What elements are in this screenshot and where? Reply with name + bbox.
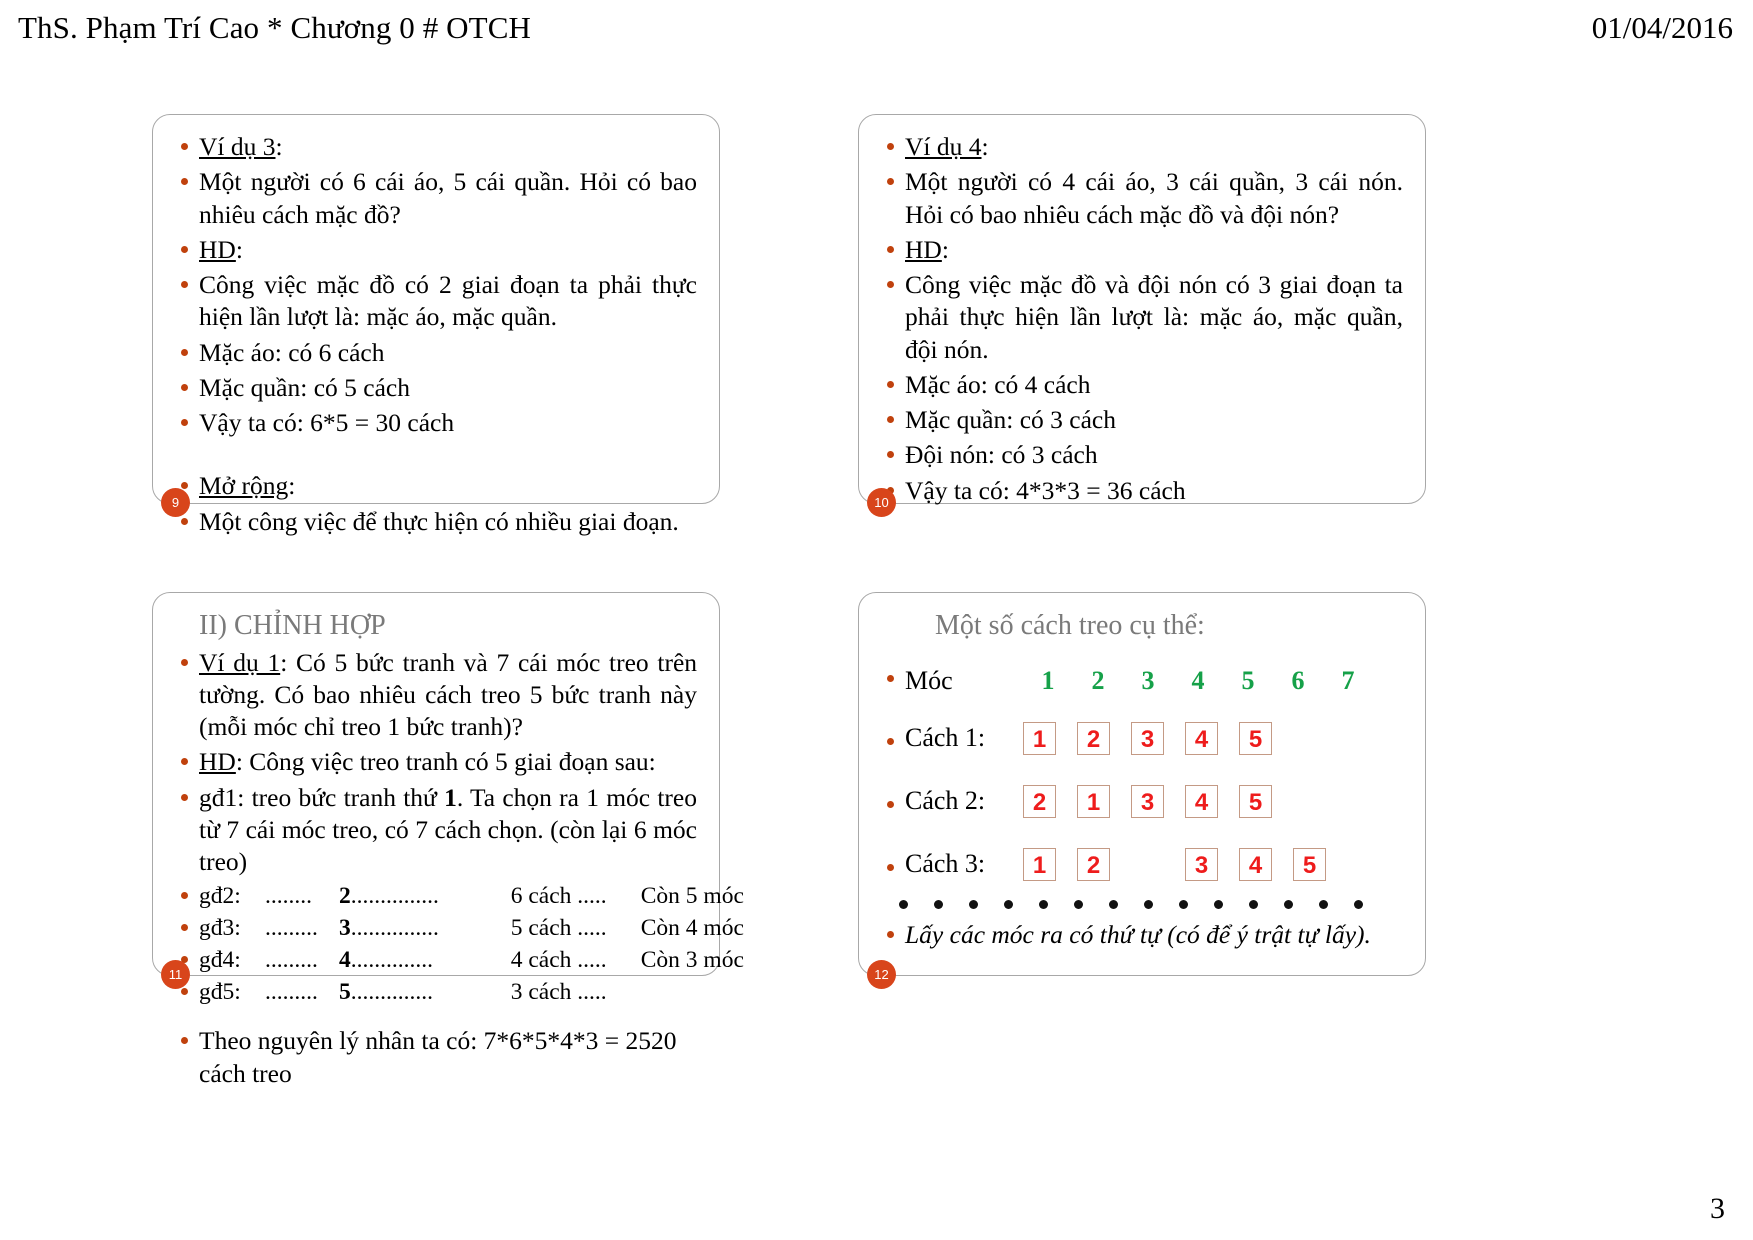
dot — [1004, 900, 1013, 910]
picture-cell: 4 — [1185, 785, 1218, 819]
picture-cell: 1 — [1023, 722, 1056, 756]
dot — [1144, 900, 1153, 910]
slide-12-body: Một số cách treo cụ thể: Móc 1 2 3 4 5 6 7 Cách… — [859, 593, 1425, 964]
slide-10-solution-intro: Công việc mặc đồ và đội nón có 3 giai đo… — [879, 269, 1403, 366]
slide-12-spacer-a — [879, 706, 1403, 722]
slide-10: Ví dụ 4: Một người có 4 cái áo, 3 cái qu… — [858, 114, 1426, 517]
picture-cell: 1 — [1077, 785, 1110, 819]
slide-12-spacer-c — [879, 832, 1403, 848]
slide-10-step-shirt: Mặc áo: có 4 cách — [879, 369, 1403, 401]
slide-9-problem: Một người có 6 cái áo, 5 cái quần. Hỏi c… — [173, 166, 697, 231]
dot — [1319, 900, 1328, 910]
slide-11-gd-row: gđ2:........ 2............... 6 cách .....… — [173, 881, 744, 912]
hook-number: 3 — [1141, 666, 1155, 696]
hook-number: 7 — [1341, 666, 1355, 696]
header-date: 01/04/2016 — [1591, 10, 1733, 45]
page-number: 3 — [1710, 1192, 1725, 1225]
dot — [1179, 900, 1188, 910]
slide-12: Một số cách treo cụ thể: Móc 1 2 3 4 5 6 7 Cách… — [858, 592, 1426, 989]
slide-9-body: Ví dụ 3: Một người có 6 cái áo, 5 cái qu… — [153, 115, 719, 551]
picture-cell: 5 — [1239, 785, 1272, 819]
picture-cell: 3 — [1131, 722, 1164, 756]
slide-11-gd-row: gđ5:......... 5.............. 3 cách ..... — [173, 977, 697, 1008]
slide-9-spacer — [173, 442, 697, 470]
hook-number: 5 — [1241, 666, 1255, 696]
picture-cell: 5 — [1293, 848, 1326, 882]
picture-cell: 4 — [1185, 722, 1218, 756]
picture-cell-empty — [1131, 848, 1164, 881]
dot — [899, 900, 908, 910]
picture-cell: 1 — [1023, 848, 1056, 882]
slide-9-heading-hd: HD: — [173, 234, 697, 266]
dot — [1109, 900, 1118, 910]
slide-11-conclusion: Theo nguyên lý nhân ta có: 7*6*5*4*3 = 2… — [173, 1025, 697, 1090]
slide-12-way-row-3: Cách 3: 1 2 3 4 5 — [879, 848, 1403, 882]
slide-9-solution-intro: Công việc mặc đồ có 2 giai đoạn ta phải … — [173, 269, 697, 334]
picture-cell: 4 — [1239, 848, 1272, 882]
slide-9-extension-text: Một công việc để thực hiện có nhiều giai… — [173, 506, 697, 538]
picture-cell: 3 — [1185, 848, 1218, 882]
slide-11-hd: HD: Công việc treo tranh có 5 giai đoạn … — [173, 746, 697, 778]
slide-11-gd-row: gđ4:......... 4.............. 4 cách .....… — [173, 945, 744, 976]
slide-12-way-row-1: Cách 1: 1 2 3 4 5 — [879, 722, 1403, 756]
slide-11-gd-row: gđ3:......... 3............... 5 cách ....… — [173, 913, 744, 944]
slide-10-heading-vidu4: Ví dụ 4: — [879, 131, 1403, 163]
slide-12-number-badge: 12 — [867, 960, 896, 989]
slide-9-step-pants: Mặc quần: có 5 cách — [173, 372, 697, 404]
picture-cell: 2 — [1077, 848, 1110, 882]
slide-9-heading-vidu3: Ví dụ 3: — [173, 131, 697, 163]
slide-10-heading-hd: HD: — [879, 234, 1403, 266]
dot — [1284, 900, 1293, 910]
slide-11-title: II) CHỈNH HỢP — [199, 610, 386, 641]
picture-cell: 2 — [1077, 722, 1110, 756]
hook-number: 4 — [1191, 666, 1205, 696]
slide-11-gd1: gđ1: treo bức tranh thứ 1. Ta chọn ra 1 … — [173, 782, 697, 879]
slide-10-step-hat: Đội nón: có 3 cách — [879, 439, 1403, 471]
dot — [1039, 900, 1048, 910]
slide-12-ellipsis-dots — [879, 895, 1403, 913]
slide-11-body: II) CHỈNH HỢP Ví dụ 1: Có 5 bức tranh và… — [153, 593, 744, 1103]
dot — [1074, 900, 1083, 910]
slide-12-title: Một số cách treo cụ thể: — [935, 610, 1205, 641]
slide-9-result: Vậy ta có: 6*5 = 30 cách — [173, 407, 697, 439]
dot — [969, 900, 978, 910]
slide-10-body: Ví dụ 4: Một người có 4 cái áo, 3 cái qu… — [859, 115, 1425, 520]
slide-10-problem: Một người có 4 cái áo, 3 cái quần, 3 cái… — [879, 166, 1403, 231]
dot — [1249, 900, 1258, 910]
slide-12-spacer-top — [879, 647, 1403, 663]
slide-9-step-shirt: Mặc áo: có 6 cách — [173, 337, 697, 369]
slide-10-number-badge: 10 — [867, 488, 896, 517]
slide-12-hook-row: Móc 1 2 3 4 5 6 7 — [879, 663, 1403, 697]
slide-9-number-badge: 9 — [161, 488, 190, 517]
slide-11-vidu1: Ví dụ 1: Có 5 bức tranh và 7 cái móc tre… — [173, 647, 697, 744]
picture-cell: 3 — [1131, 785, 1164, 819]
hook-number: 1 — [1041, 666, 1055, 696]
header-author-chapter: ThS. Phạm Trí Cao * Chương 0 # OTCH — [18, 10, 531, 45]
slide-10-result: Vậy ta có: 4*3*3 = 36 cách — [879, 475, 1403, 507]
dot — [1354, 900, 1363, 910]
hook-number: 6 — [1291, 666, 1305, 696]
hook-number: 2 — [1091, 666, 1105, 696]
slide-10-step-pants: Mặc quần: có 3 cách — [879, 404, 1403, 436]
slide-11-number-badge: 11 — [161, 960, 190, 989]
slide-12-footer-note: Lấy các móc ra có thứ tự (có để ý trật t… — [879, 919, 1403, 951]
picture-cell: 2 — [1023, 785, 1056, 819]
slide-12-spacer-b — [879, 769, 1403, 785]
slide-11-spacer — [173, 1009, 697, 1025]
dot — [1214, 900, 1223, 910]
slide-9: Ví dụ 3: Một người có 6 cái áo, 5 cái qu… — [152, 114, 720, 536]
slide-11: II) CHỈNH HỢP Ví dụ 1: Có 5 bức tranh và… — [152, 592, 744, 1088]
slide-9-heading-morong: Mở rộng: — [173, 470, 697, 502]
picture-cell: 5 — [1239, 722, 1272, 756]
page-header: ThS. Phạm Trí Cao * Chương 0 # OTCH 01/0… — [0, 10, 1753, 56]
slide-12-way-row-2: Cách 2: 2 1 3 4 5 — [879, 785, 1403, 819]
dot — [934, 900, 943, 910]
